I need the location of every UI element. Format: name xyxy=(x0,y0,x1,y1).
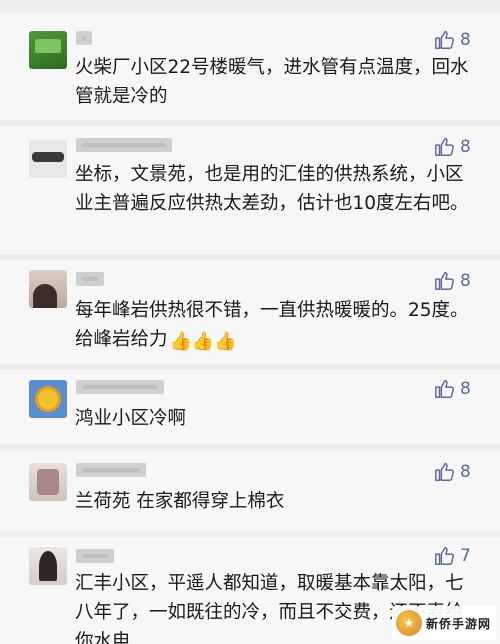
like-button[interactable]: 8 xyxy=(434,268,480,294)
like-count: 8 xyxy=(460,271,471,291)
username-blurred[interactable] xyxy=(76,380,164,394)
comment-text: 兰荷苑 在家都得穿上棉衣 xyxy=(75,491,285,512)
like-count: 8 xyxy=(460,379,471,399)
comment-item: 8 坐标，文景苑，也是用的汇佳的供热系统，小区业主普遍反应供热太差劲，估计也10… xyxy=(0,126,500,254)
comment-text: 火柴厂小区22号楼暖气，进水管有点温度，回水管就是冷的 xyxy=(75,57,469,107)
comment-text: 鸿业小区冷啊 xyxy=(75,408,187,429)
thumbs-up-icon xyxy=(435,380,454,398)
username-blurred[interactable] xyxy=(76,138,172,152)
thumbs-up-icon xyxy=(435,31,454,49)
like-button[interactable]: 8 xyxy=(434,134,480,160)
username-blurred[interactable] xyxy=(76,463,146,477)
avatar[interactable] xyxy=(29,463,67,501)
comment-item: 8 鸿业小区冷啊 xyxy=(0,370,500,444)
avatar[interactable] xyxy=(29,140,67,178)
comment-list: 8 火柴厂小区22号楼暖气，进水管有点温度，回水管就是冷的 8 坐标，文景苑，也… xyxy=(0,0,500,644)
avatar[interactable] xyxy=(29,31,67,69)
comment-text: 坐标，文景苑，也是用的汇佳的供热系统，小区业主普遍反应供热太差劲，估计也10度左… xyxy=(75,164,469,214)
thumbs-up-icon xyxy=(435,547,454,565)
thumbs-up-icon xyxy=(435,272,454,290)
comment-item: 8 火柴厂小区22号楼暖气，进水管有点温度，回水管就是冷的 xyxy=(0,13,500,120)
avatar[interactable] xyxy=(29,547,67,585)
like-button[interactable]: 8 xyxy=(434,27,480,53)
thumbs-up-icon xyxy=(435,463,454,481)
comment-item: 8 每年峰岩供热很不错，一直供热暖暖的。25度。给峰岩给力 👍👍👍 xyxy=(0,260,500,364)
like-count: 8 xyxy=(460,30,471,50)
like-button[interactable]: 8 xyxy=(434,376,480,402)
watermark-text: 新侨手游网 xyxy=(426,616,492,631)
like-count: 7 xyxy=(460,546,471,566)
username-blurred[interactable] xyxy=(76,31,92,45)
like-count: 8 xyxy=(460,137,471,157)
like-button[interactable]: 7 xyxy=(434,543,480,569)
avatar[interactable] xyxy=(29,270,67,308)
username-blurred[interactable] xyxy=(76,549,114,563)
watermark-icon: ★ xyxy=(396,610,422,636)
username-blurred[interactable] xyxy=(76,272,104,286)
comment-text: 每年峰岩供热很不错，一直供热暖暖的。25度。给峰岩给力 👍👍👍 xyxy=(75,296,475,354)
thumbs-up-emoji: 👍👍👍 xyxy=(169,331,237,352)
thumbs-up-icon xyxy=(435,138,454,156)
comment-item: 8 兰荷苑 在家都得穿上棉衣 xyxy=(0,451,500,531)
avatar[interactable] xyxy=(29,380,67,418)
like-button[interactable]: 8 xyxy=(434,459,480,485)
watermark-logo: ★ 新侨手游网 xyxy=(392,606,496,640)
comment-body: 每年峰岩供热很不错，一直供热暖暖的。25度。给峰岩给力 xyxy=(75,300,469,350)
like-count: 8 xyxy=(460,462,471,482)
